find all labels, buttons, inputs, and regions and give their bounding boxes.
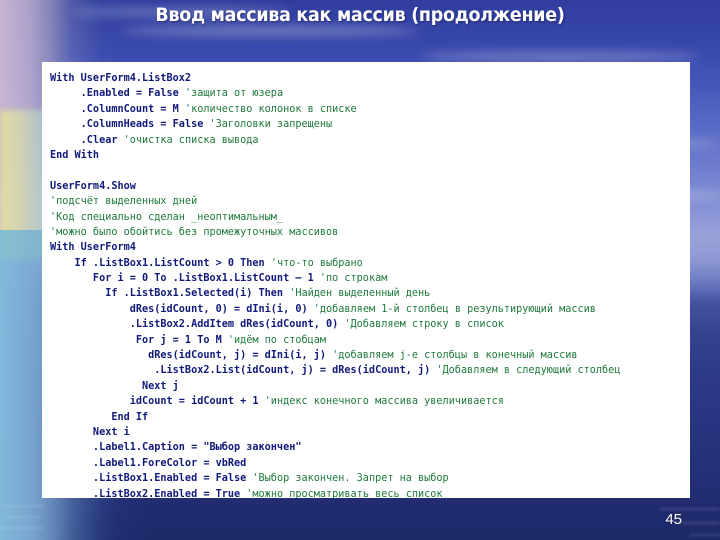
sea-ripple bbox=[690, 534, 720, 536]
code-token: .ListBox2.AddItem dRes(idCount, 0) bbox=[50, 319, 345, 331]
code-comment: 'защита от юзера bbox=[184, 88, 284, 100]
page-number: 45 bbox=[665, 511, 682, 528]
code-token: .ColumnHeads = False bbox=[50, 119, 210, 131]
code-token: For i = 0 To .ListBox1.ListCount – 1 bbox=[50, 273, 320, 285]
code-comment: 'Выбор закончен. Запрет на выбор bbox=[252, 473, 449, 485]
code-comment: 'количество колонок в списке bbox=[184, 103, 357, 115]
code-line: .Enabled = False 'защита от юзера bbox=[50, 86, 620, 101]
code-comment: 'можно было обойтись без промежуточных м… bbox=[50, 226, 339, 238]
cloud-streak-icon bbox=[420, 52, 700, 61]
code-token: End With bbox=[50, 149, 100, 161]
code-comment: 'подсчёт выделенных дней bbox=[50, 196, 198, 208]
code-line: UserForm4.Show bbox=[50, 179, 620, 194]
code-panel: With UserForm4.ListBox2 .Enabled = False… bbox=[42, 62, 690, 498]
code-line: .Label1.ForeColor = vbRed bbox=[50, 456, 620, 471]
code-token: For j = 1 To М bbox=[50, 334, 228, 346]
code-token: dRes(idCount, 0) = dIni(i, 0) bbox=[50, 303, 314, 315]
code-comment: 'Добавляем в следующий столбец bbox=[436, 365, 621, 377]
slide-canvas: Ввод массива как массив (продолжение) Wi… bbox=[0, 0, 720, 540]
sea-ripple bbox=[660, 508, 720, 510]
code-comment: 'что-то выбрано bbox=[270, 257, 363, 269]
code-line: Next i bbox=[50, 425, 620, 440]
code-comment: 'Найден выделенный день bbox=[289, 288, 431, 300]
code-line: 'Код специально сделан _неоптимальным_ bbox=[50, 210, 620, 225]
code-token: .ColumnCount = М bbox=[50, 103, 185, 115]
code-line: End With bbox=[50, 148, 620, 163]
code-token: Next j bbox=[50, 380, 179, 392]
code-line: With UserForm4.ListBox2 bbox=[50, 71, 620, 86]
code-line: If .ListBox1.Selected(i) Then 'Найден вы… bbox=[50, 286, 620, 301]
code-comment: 'добавляем j-е столбцы в конечный массив bbox=[332, 350, 578, 362]
code-token: .Label1.ForeColor = vbRed bbox=[50, 457, 247, 469]
code-token: idCount = idCount + 1 bbox=[50, 396, 265, 408]
code-line: dRes(idCount, j) = dIni(i, j) 'добавляем… bbox=[50, 348, 620, 363]
code-line: .ColumnHeads = False 'Заголовки запрещен… bbox=[50, 117, 620, 132]
code-comment: 'Добавляем строку в список bbox=[344, 319, 504, 331]
code-token: End If bbox=[50, 411, 149, 423]
code-token: If .ListBox1.ListCount > 0 Then bbox=[50, 257, 271, 269]
code-comment: 'идём по стобцам bbox=[227, 334, 327, 346]
sea-ripple bbox=[4, 516, 42, 518]
code-comment: 'можно просматривать весь список bbox=[246, 488, 443, 498]
code-line: .Clear 'очистка списка вывода bbox=[50, 133, 620, 148]
code-line: dRes(idCount, 0) = dIni(i, 0) 'добавляем… bbox=[50, 302, 620, 317]
code-token: dRes(idCount, j) = dIni(i, j) bbox=[50, 350, 333, 362]
code-line: idCount = idCount + 1 'индекс конечного … bbox=[50, 394, 620, 409]
code-line: .ListBox2.List(idCount, j) = dRes(idCoun… bbox=[50, 363, 620, 378]
code-comment: 'по строкам bbox=[319, 273, 388, 285]
code-line: If .ListBox1.ListCount > 0 Then 'что-то … bbox=[50, 256, 620, 271]
code-listing: With UserForm4.ListBox2 .Enabled = False… bbox=[50, 71, 620, 498]
code-line: .Label1.Caption = "Выбор закончен" bbox=[50, 440, 620, 455]
page-title: Ввод массива как массив (продолжение) bbox=[155, 4, 565, 26]
code-line: .ColumnCount = М 'количество колонок в с… bbox=[50, 102, 620, 117]
code-line: For j = 1 To М 'идём по стобцам bbox=[50, 333, 620, 348]
code-comment: 'очистка списка вывода bbox=[123, 134, 259, 146]
sea-ripple bbox=[0, 527, 44, 529]
code-token: If .ListBox1.Selected(i) Then bbox=[50, 288, 290, 300]
code-token: UserForm4.Show bbox=[50, 180, 136, 192]
sea-ripple bbox=[0, 505, 46, 507]
code-token: .Clear bbox=[50, 134, 124, 146]
code-line: For i = 0 To .ListBox1.ListCount – 1 'по… bbox=[50, 271, 620, 286]
code-line: .ListBox1.Enabled = False 'Выбор законче… bbox=[50, 471, 620, 486]
cloud-streak-icon bbox=[120, 26, 420, 36]
code-comment: 'добавляем 1-й столбец в результирующий … bbox=[313, 303, 596, 315]
code-line: With UserForm4 bbox=[50, 240, 620, 255]
code-line: 'можно было обойтись без промежуточных м… bbox=[50, 225, 620, 240]
code-token: With UserForm4.ListBox2 bbox=[50, 73, 192, 84]
code-comment: 'Код специально сделан _неоптимальным_ bbox=[50, 211, 284, 223]
code-token: .ListBox1.Enabled = False bbox=[50, 473, 253, 485]
code-line: End If bbox=[50, 410, 620, 425]
code-token: .ListBox2.List(idCount, j) = dRes(idCoun… bbox=[50, 365, 437, 377]
code-token: Next i bbox=[50, 426, 130, 438]
code-comment: 'Заголовки запрещены bbox=[209, 119, 333, 131]
code-line: .ListBox2.AddItem dRes(idCount, 0) 'Доба… bbox=[50, 317, 620, 332]
code-token: With UserForm4 bbox=[50, 242, 136, 254]
code-comment: 'индекс конечного массива увеличивается bbox=[264, 396, 504, 408]
code-token: .Label1.Caption = "Выбор закончен" bbox=[50, 442, 302, 454]
code-line: 'подсчёт выделенных дней bbox=[50, 194, 620, 209]
code-line: .ListBox2.Enabled = True 'можно просматр… bbox=[50, 487, 620, 498]
code-token: .ListBox2.Enabled = True bbox=[50, 488, 247, 498]
code-token: .Enabled = False bbox=[50, 88, 185, 100]
code-line: Next j bbox=[50, 379, 620, 394]
